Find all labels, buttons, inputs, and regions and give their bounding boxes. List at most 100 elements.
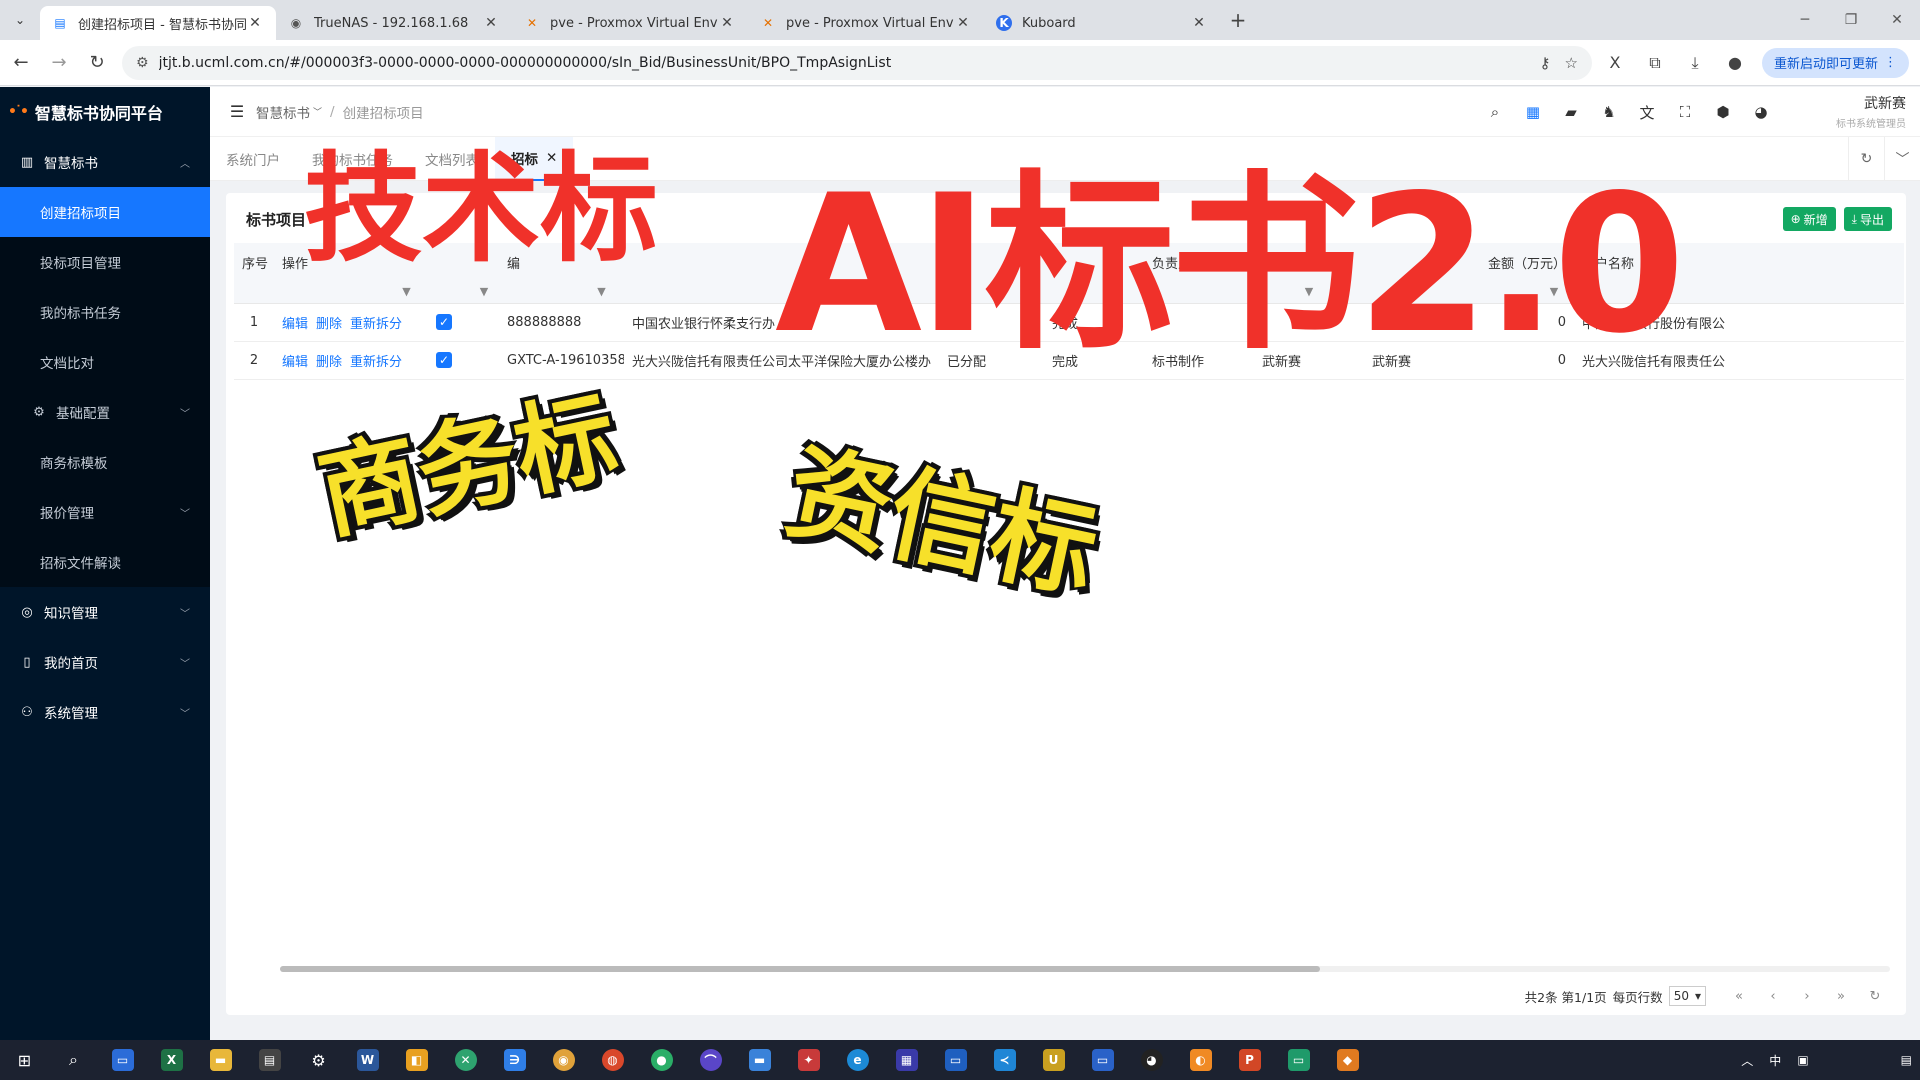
app-icon[interactable]: ◐	[1176, 1040, 1225, 1080]
chevron-up-icon[interactable]: ︿	[1741, 1052, 1753, 1069]
app-icon[interactable]: ▭	[1274, 1040, 1323, 1080]
scrollbar-thumb[interactable]	[280, 966, 1320, 972]
edit-link[interactable]: 编辑	[282, 317, 308, 332]
folder-icon[interactable]: ▬	[196, 1040, 245, 1080]
restore-icon[interactable]: ❐	[1828, 0, 1874, 40]
update-button[interactable]: 重新启动即可更新 ⋮	[1762, 47, 1910, 78]
url-input[interactable]: ⚙ jtjt.b.ucml.com.cn/#/000003f3-0000-000…	[122, 45, 1592, 80]
task-view-icon[interactable]: ▭	[98, 1040, 147, 1080]
bookmark-star-icon[interactable]: ☆	[1565, 54, 1578, 72]
app-icon[interactable]: ◧	[392, 1040, 441, 1080]
user-info[interactable]: 武新赛 标书系统管理员	[1786, 93, 1906, 130]
sidebar-item-smart-bid[interactable]: ▥ 智慧标书 ︿	[0, 137, 210, 187]
excel-icon[interactable]: X	[147, 1040, 196, 1080]
sidebar-item-doc-compare[interactable]: 文档比对	[0, 337, 210, 387]
app-icon[interactable]: ◍	[588, 1040, 637, 1080]
delete-link[interactable]: 删除	[316, 317, 342, 332]
settings-icon[interactable]: ⬢	[1704, 103, 1742, 121]
breadcrumb-item[interactable]: 智慧标书	[256, 102, 310, 122]
extension-x-icon[interactable]: X	[1598, 46, 1632, 80]
tag-system-portal[interactable]: 系统门户	[210, 137, 296, 181]
key-icon[interactable]: ⚷	[1540, 54, 1551, 72]
app-icon[interactable]: ✦	[784, 1040, 833, 1080]
qq-icon[interactable]: ◕	[1127, 1040, 1176, 1080]
add-button[interactable]: ⊕ 新增	[1782, 207, 1836, 231]
sidebar-item-bid-project-manage[interactable]: 投标项目管理	[0, 237, 210, 287]
close-tab-icon[interactable]: ✕	[954, 15, 972, 31]
download-icon[interactable]: ⤓	[1678, 46, 1712, 80]
notification-icon[interactable]: ♞	[1590, 103, 1628, 121]
horizontal-scrollbar[interactable]	[280, 966, 1890, 972]
chrome-icon[interactable]: ◉	[539, 1040, 588, 1080]
sidebar-item-my-tasks[interactable]: 我的标书任务	[0, 287, 210, 337]
app-icon[interactable]: ∋	[490, 1040, 539, 1080]
sidebar-item-quote-manage[interactable]: 报价管理 ﹀	[0, 487, 210, 537]
browser-tab-1[interactable]: ▤ 创建招标项目 - 智慧标书协同平 ✕	[40, 6, 276, 40]
next-page-icon[interactable]: ›	[1790, 989, 1824, 1004]
resplit-link[interactable]: 重新拆分	[350, 317, 402, 332]
refresh-icon[interactable]: ↻	[1848, 137, 1884, 181]
close-tab-icon[interactable]: ✕	[718, 15, 736, 31]
close-tab-icon[interactable]: ✕	[482, 15, 500, 31]
sidebar-item-knowledge[interactable]: ◎ 知识管理 ﹀	[0, 587, 210, 637]
delete-link[interactable]: 删除	[316, 355, 342, 370]
chevron-down-icon[interactable]: ﹀	[1884, 137, 1920, 181]
app-icon[interactable]: ◆	[1323, 1040, 1372, 1080]
filter-icon[interactable]: ▼	[597, 285, 605, 298]
page-size-select[interactable]: 50 ▾	[1668, 986, 1706, 1006]
fullscreen-icon[interactable]: ⛶	[1666, 103, 1704, 121]
sidebar-item-tender-interpret[interactable]: 招标文件解读	[0, 537, 210, 587]
word-icon[interactable]: W	[343, 1040, 392, 1080]
settings-icon[interactable]: ⚙	[294, 1040, 343, 1080]
app-icon[interactable]: ▭	[1078, 1040, 1127, 1080]
search-icon[interactable]: ⌕	[49, 1040, 98, 1080]
menu-toggle-icon[interactable]: ☰	[218, 102, 256, 121]
sidebar-item-system[interactable]: ⚇ 系统管理 ﹀	[0, 687, 210, 737]
browser-tab-2[interactable]: ◉ TrueNAS - 192.168.1.68 ✕	[276, 6, 512, 40]
app-tray-icon[interactable]: ▣	[1797, 1053, 1808, 1067]
last-page-icon[interactable]: »	[1824, 989, 1858, 1004]
vscode-icon[interactable]: ≺	[980, 1040, 1029, 1080]
export-button[interactable]: ⤓ 导出	[1843, 207, 1892, 231]
sidebar-item-create-project[interactable]: 创建招标项目	[0, 187, 210, 237]
xmind-icon[interactable]: ✕	[441, 1040, 490, 1080]
sidebar-item-my-home[interactable]: ▯ 我的首页 ﹀	[0, 637, 210, 687]
site-info-icon[interactable]: ⚙	[136, 55, 149, 71]
sidebar-item-basic-config[interactable]: ⚙ 基础配置 ﹀	[0, 387, 210, 437]
forward-icon[interactable]: →	[42, 46, 76, 80]
windows-start-icon[interactable]: ⊞	[0, 1040, 49, 1080]
app-icon[interactable]: ▤	[245, 1040, 294, 1080]
browser-tab-5[interactable]: K Kuboard ✕	[984, 6, 1220, 40]
close-tab-icon[interactable]: ✕	[1190, 15, 1208, 31]
tab-search-icon[interactable]: ⌄	[0, 0, 40, 40]
app-icon[interactable]: U	[1029, 1040, 1078, 1080]
first-page-icon[interactable]: «	[1722, 989, 1756, 1004]
notification-center-icon[interactable]: ▤	[1901, 1053, 1912, 1067]
back-icon[interactable]: ←	[4, 46, 38, 80]
powerpoint-icon[interactable]: P	[1225, 1040, 1274, 1080]
avatar[interactable]: ◕	[1742, 103, 1780, 121]
minimize-icon[interactable]: ─	[1782, 0, 1828, 40]
browser-tab-4[interactable]: ✕ pve - Proxmox Virtual Enviro ✕	[748, 6, 984, 40]
close-window-icon[interactable]: ✕	[1874, 0, 1920, 40]
message-icon[interactable]: ▰	[1552, 103, 1590, 121]
prev-page-icon[interactable]: ‹	[1756, 989, 1790, 1004]
app-icon[interactable]: ▦	[882, 1040, 931, 1080]
edge-icon[interactable]: e	[833, 1040, 882, 1080]
profile-icon[interactable]: ●	[1718, 46, 1752, 80]
browser-tab-3[interactable]: ✕ pve - Proxmox Virtual Enviro ✕	[512, 6, 748, 40]
app-icon[interactable]: ▭	[931, 1040, 980, 1080]
app-icon[interactable]: ⌒	[686, 1040, 735, 1080]
reload-icon[interactable]: ↻	[80, 46, 114, 80]
resplit-link[interactable]: 重新拆分	[350, 355, 402, 370]
sidebar-item-business-template[interactable]: 商务标模板	[0, 437, 210, 487]
filter-icon[interactable]: ▼	[480, 285, 488, 298]
wechat-icon[interactable]: ●	[637, 1040, 686, 1080]
edit-link[interactable]: 编辑	[282, 355, 308, 370]
filter-icon[interactable]: ▼	[402, 285, 410, 298]
app-icon[interactable]: ▬	[735, 1040, 784, 1080]
refresh-icon[interactable]: ↻	[1858, 989, 1892, 1004]
extensions-icon[interactable]: ⧉	[1638, 46, 1672, 80]
row-checkbox[interactable]: ✓	[436, 314, 452, 330]
row-checkbox[interactable]: ✓	[436, 352, 452, 368]
